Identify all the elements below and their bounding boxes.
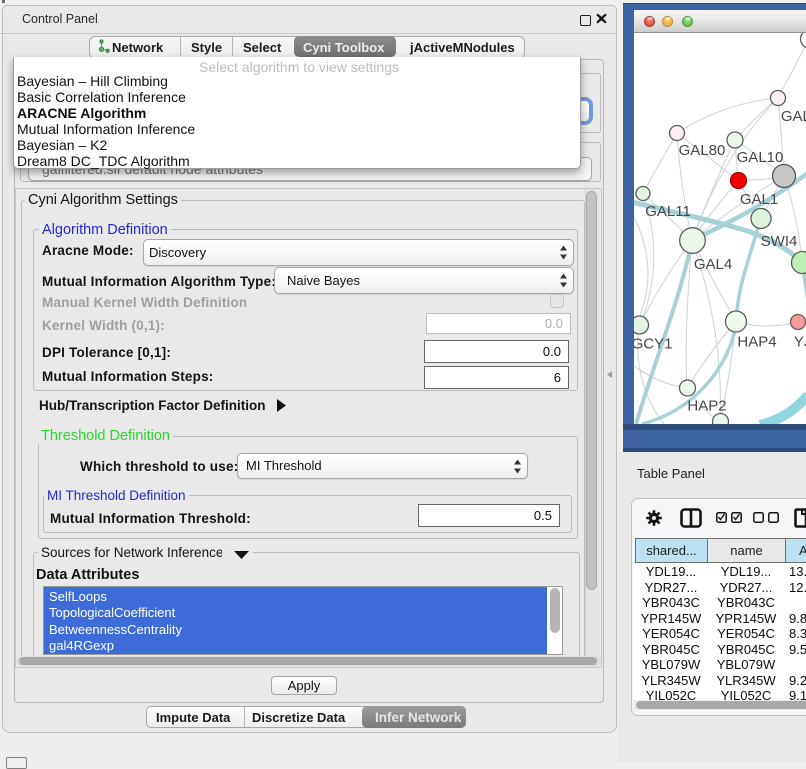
svg-text:HAP4: HAP4	[737, 334, 776, 351]
svg-text:GAL2: GAL2	[781, 108, 806, 125]
svg-text:HAP2: HAP2	[687, 398, 726, 415]
svg-text:SWI4: SWI4	[761, 233, 798, 250]
svg-text:GAL1: GAL1	[740, 191, 778, 208]
svg-text:GAL80: GAL80	[679, 142, 726, 159]
svg-text:GCY1: GCY1	[634, 336, 672, 353]
svg-text:YJL0: YJL0	[794, 334, 806, 351]
svg-text:GAL4: GAL4	[694, 256, 732, 273]
svg-text:GAL10: GAL10	[737, 149, 784, 166]
svg-text:GAL11: GAL11	[645, 203, 691, 220]
